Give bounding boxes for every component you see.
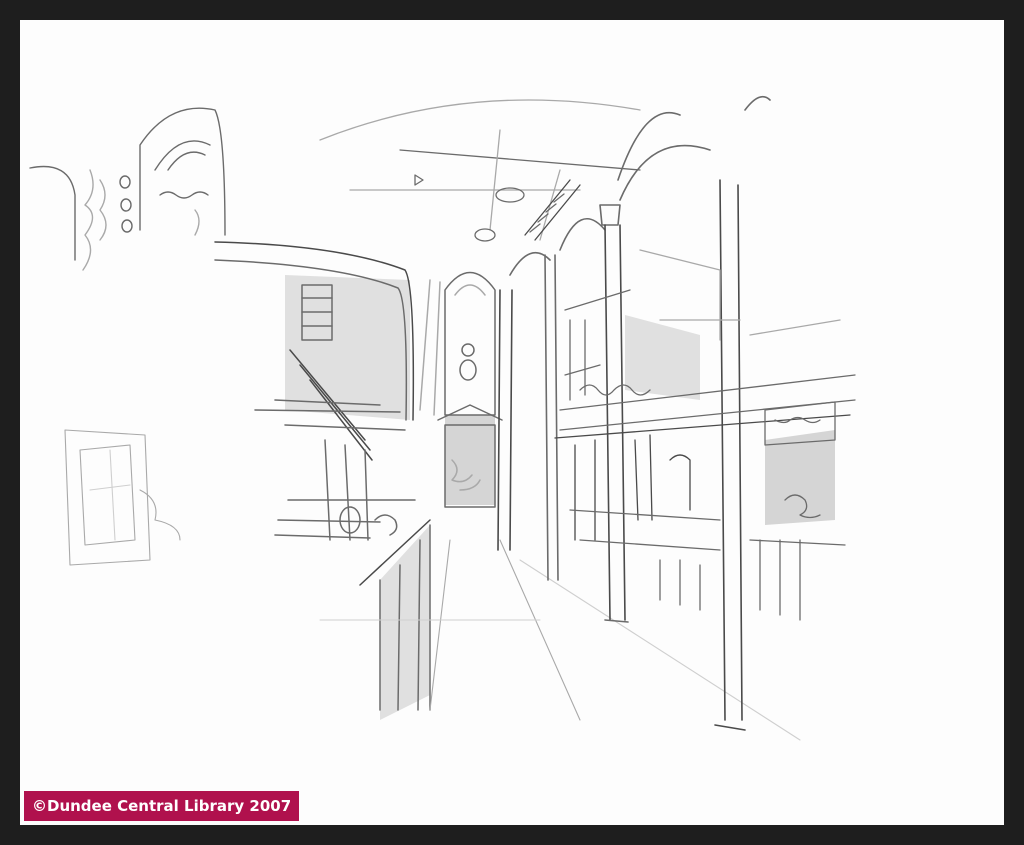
pencil-sketch-arcade-interior xyxy=(29,95,856,741)
left-faint-window xyxy=(64,429,181,566)
upper-left-arch xyxy=(29,107,226,271)
copyright-credit-badge: ©Dundee Central Library 2007 xyxy=(24,791,300,821)
right-shopfronts xyxy=(554,249,856,621)
central-archway xyxy=(214,241,503,508)
sketch-frame xyxy=(20,20,1004,825)
